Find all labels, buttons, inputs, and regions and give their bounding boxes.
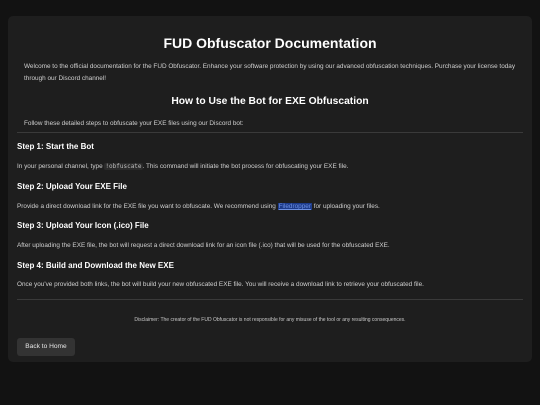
documentation-card: FUD Obfuscator Documentation Welcome to …	[8, 16, 532, 362]
back-to-home-button[interactable]: Back to Home	[17, 338, 75, 356]
lead-text: Follow these detailed steps to obfuscate…	[24, 120, 244, 127]
step-4-text: Once you've provided both links, the bot…	[17, 281, 424, 288]
step-3-text: After uploading the EXE file, the bot wi…	[17, 242, 390, 249]
step-1-text-after: . This command will initiate the bot pro…	[142, 163, 349, 170]
step-2-text-after: for uploading your files.	[311, 203, 380, 210]
intro-text: Welcome to the official documentation fo…	[24, 63, 516, 82]
step-3-title: Step 3: Upload Your Icon (.ico) File	[17, 221, 149, 230]
step-4-title: Step 4: Build and Download the New EXE	[17, 261, 174, 270]
step-1-title: Step 1: Start the Bot	[17, 142, 94, 151]
obfuscate-command: !obfuscate	[104, 163, 143, 170]
section-title: How to Use the Bot for EXE Obfuscation	[171, 96, 369, 107]
step-1-text-before: In your personal channel, type	[17, 163, 105, 170]
step-1-text: In your personal channel, type !obfuscat…	[17, 162, 523, 172]
step-2-title: Step 2: Upload Your EXE File	[17, 182, 127, 191]
step-2-text: Provide a direct download link for the E…	[17, 202, 523, 212]
bottom-divider	[17, 299, 523, 300]
step-2-text-before: Provide a direct download link for the E…	[17, 203, 278, 210]
disclaimer-text: Disclaimer: The creator of the FUD Obfus…	[134, 317, 406, 323]
filedropper-link[interactable]: Filedropper	[277, 203, 312, 210]
top-divider	[17, 132, 523, 133]
page-title: FUD Obfuscator Documentation	[163, 35, 377, 51]
